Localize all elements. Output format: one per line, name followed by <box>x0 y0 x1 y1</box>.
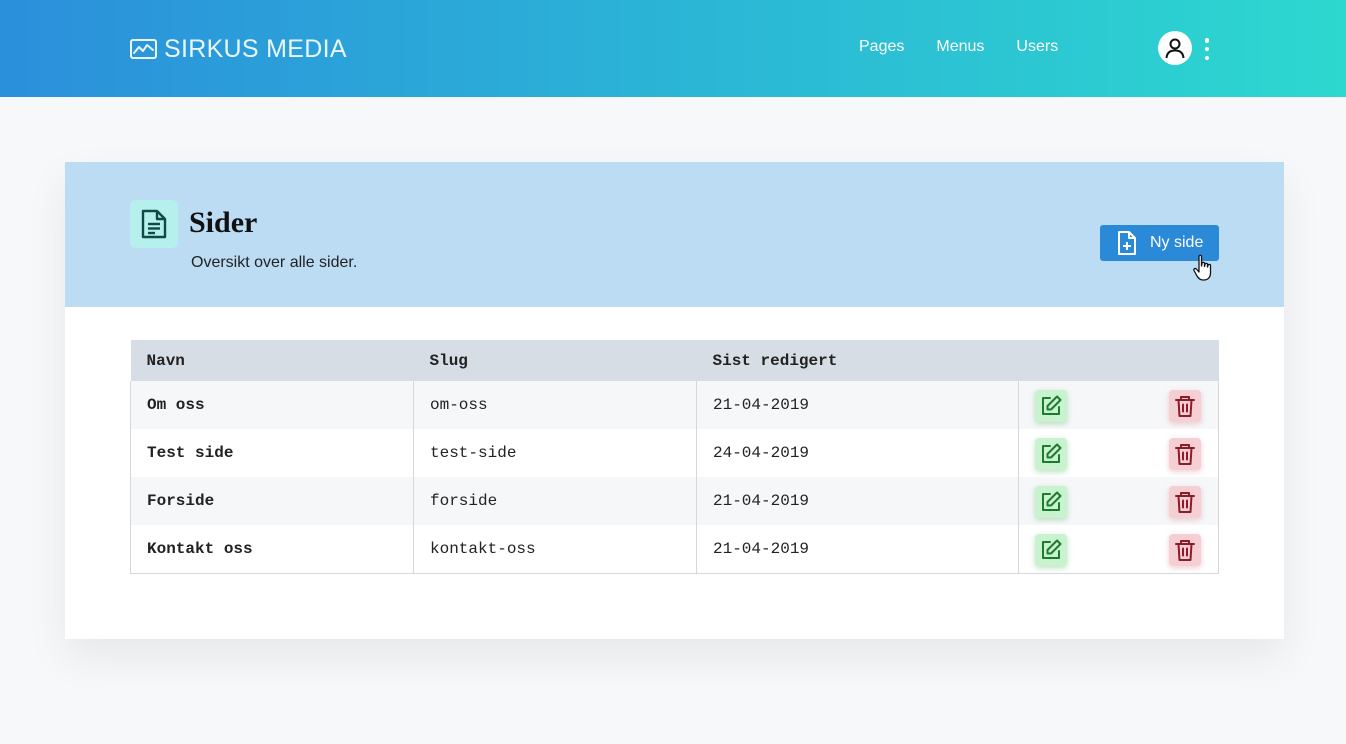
row-actions <box>1018 525 1219 574</box>
new-page-button-label: Ny side <box>1150 234 1204 251</box>
edit-button[interactable] <box>1035 534 1067 566</box>
page-name-cell[interactable]: Forside <box>130 477 414 525</box>
table-row: Kontakt oss kontakt-oss 21-04-2019 <box>130 525 1219 574</box>
top-navbar: SIRKUS MEDIA Pages Menus Users <box>0 0 1346 97</box>
hand-cursor-icon <box>1193 254 1212 281</box>
edit-button[interactable] <box>1035 390 1067 422</box>
user-icon <box>1165 38 1185 59</box>
chart-line-icon <box>130 39 157 59</box>
page-edited-cell: 21-04-2019 <box>696 477 1019 525</box>
page-name-cell[interactable]: Om oss <box>130 381 414 429</box>
edit-icon <box>1042 491 1062 511</box>
brand-logo[interactable]: SIRKUS MEDIA <box>130 34 347 64</box>
column-header-name[interactable]: Navn <box>130 340 414 381</box>
brand-name: SIRKUS MEDIA <box>164 34 347 63</box>
pages-card: Sider Oversikt over alle sider. Ny side … <box>65 162 1284 639</box>
delete-button[interactable] <box>1169 390 1201 422</box>
column-header-edited[interactable]: Sist redigert <box>696 340 1019 381</box>
table-row: Om oss om-oss 21-04-2019 <box>130 381 1219 429</box>
page-edited-cell: 21-04-2019 <box>696 381 1019 429</box>
page-edited-cell: 21-04-2019 <box>696 525 1019 574</box>
main-nav: Pages Menus Users <box>859 38 1090 56</box>
page-slug-cell: forside <box>413 477 697 525</box>
page-title: Sider <box>189 206 258 239</box>
document-icon <box>130 200 178 248</box>
column-header-actions <box>1018 340 1219 381</box>
edit-button[interactable] <box>1035 486 1067 518</box>
more-vertical-icon[interactable] <box>1200 38 1214 60</box>
edit-icon <box>1042 443 1062 463</box>
row-actions <box>1018 429 1219 477</box>
page-name-cell[interactable]: Kontakt oss <box>130 525 414 574</box>
edit-button[interactable] <box>1035 438 1067 470</box>
table-row: Forside forside 21-04-2019 <box>130 477 1219 525</box>
card-header: Sider Oversikt over alle sider. Ny side <box>65 162 1284 307</box>
page-subtitle: Oversikt over alle sider. <box>191 254 358 271</box>
trash-icon <box>1175 540 1195 561</box>
edit-icon <box>1042 395 1062 415</box>
edit-icon <box>1042 539 1062 559</box>
delete-button[interactable] <box>1169 534 1201 566</box>
page-slug-cell: test-side <box>413 429 697 477</box>
nav-item-pages[interactable]: Pages <box>859 38 904 56</box>
column-header-slug[interactable]: Slug <box>413 340 697 381</box>
row-actions <box>1018 381 1219 429</box>
nav-item-menus[interactable]: Menus <box>936 38 984 56</box>
delete-button[interactable] <box>1169 438 1201 470</box>
nav-item-users[interactable]: Users <box>1016 38 1058 56</box>
trash-icon <box>1175 492 1195 513</box>
delete-button[interactable] <box>1169 486 1201 518</box>
trash-icon <box>1175 444 1195 465</box>
page-edited-cell: 24-04-2019 <box>696 429 1019 477</box>
page-slug-cell: om-oss <box>413 381 697 429</box>
page-slug-cell: kontakt-oss <box>413 525 697 574</box>
pages-table: Navn Slug Sist redigert Om oss om-oss 21… <box>130 340 1219 574</box>
table-row: Test side test-side 24-04-2019 <box>130 429 1219 477</box>
page-name-cell[interactable]: Test side <box>130 429 414 477</box>
table-header-row: Navn Slug Sist redigert <box>130 340 1219 381</box>
row-actions <box>1018 477 1219 525</box>
user-avatar-button[interactable] <box>1158 31 1192 65</box>
file-plus-icon <box>1118 231 1136 255</box>
trash-icon <box>1175 396 1195 417</box>
